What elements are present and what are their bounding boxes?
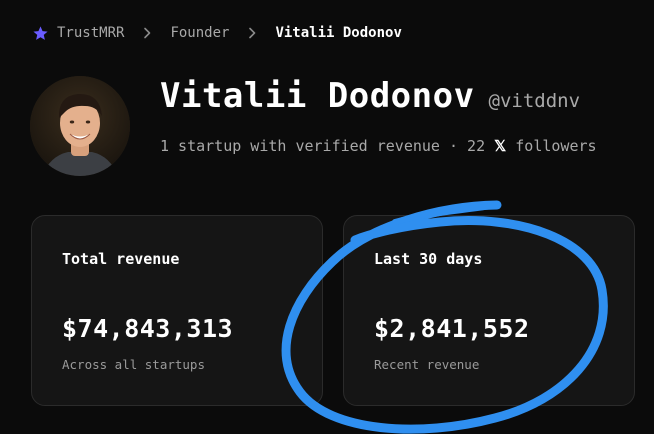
chevron-right-icon bbox=[247, 27, 257, 39]
founder-name-row: Vitalii Dodonov @vitddnv bbox=[160, 76, 580, 116]
card-value: $74,843,313 bbox=[62, 314, 234, 343]
breadcrumb-founder-link[interactable]: Founder bbox=[170, 25, 229, 41]
total-revenue-card: Total revenue $74,843,313 Across all sta… bbox=[31, 215, 323, 406]
meta-suffix: followers bbox=[515, 137, 597, 155]
founder-handle-link[interactable]: @vitddnv bbox=[489, 90, 581, 112]
avatar bbox=[30, 76, 130, 176]
star-icon bbox=[32, 25, 49, 42]
meta-prefix: 1 startup with verified revenue · 22 bbox=[160, 137, 486, 155]
last-30-days-card: Last 30 days $2,841,552 Recent revenue bbox=[343, 215, 635, 406]
card-value: $2,841,552 bbox=[374, 314, 530, 343]
card-label: Total revenue bbox=[62, 250, 180, 268]
founder-name: Vitalii Dodonov bbox=[160, 76, 475, 116]
founder-meta: 1 startup with verified revenue · 22 𝕏 f… bbox=[160, 137, 597, 155]
card-subtitle: Across all startups bbox=[62, 357, 205, 372]
card-label: Last 30 days bbox=[374, 250, 483, 268]
breadcrumb-home-link[interactable]: TrustMRR bbox=[57, 25, 124, 41]
breadcrumb-current: Vitalii Dodonov bbox=[275, 25, 402, 41]
x-logo-icon: 𝕏 bbox=[494, 137, 507, 155]
chevron-right-icon bbox=[142, 27, 152, 39]
card-subtitle: Recent revenue bbox=[374, 357, 480, 372]
breadcrumb: TrustMRR Founder Vitalii Dodonov bbox=[32, 22, 402, 44]
